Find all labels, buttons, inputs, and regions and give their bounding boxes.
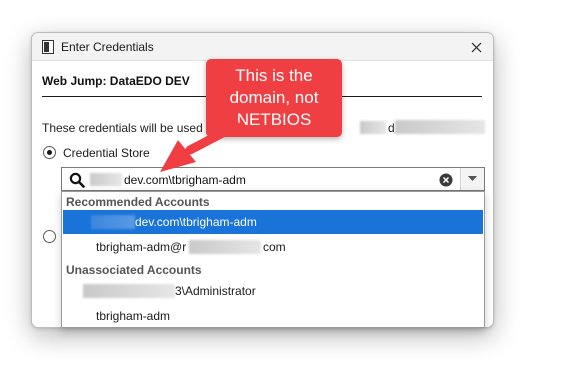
title-bar[interactable]: Enter Credentials xyxy=(32,33,493,61)
close-icon xyxy=(471,42,481,52)
redacted-text xyxy=(91,215,135,229)
redacted-text xyxy=(83,284,175,298)
clear-icon[interactable] xyxy=(439,173,453,187)
list-item-text: dev.com\tbrigham-adm xyxy=(135,215,257,229)
credential-store-label[interactable]: Credential Store xyxy=(63,146,150,160)
redacted-text xyxy=(189,240,261,254)
web-jump-title: Web Jump: DataEDO DEV xyxy=(42,74,190,88)
list-item-text-suffix: com xyxy=(263,240,286,254)
description-tail: d xyxy=(388,121,395,135)
window-title: Enter Credentials xyxy=(61,40,154,54)
unassociated-accounts-header: Unassociated Accounts xyxy=(66,263,202,277)
list-item-recommended-1[interactable]: dev.com\tbrigham-adm xyxy=(63,210,483,234)
chevron-down-icon xyxy=(468,176,477,181)
account-combobox[interactable]: dev.com\tbrigham-adm xyxy=(61,167,485,191)
callout-line: domain, not xyxy=(229,88,319,107)
annotation-callout: This is the domain, not NETBIOS xyxy=(206,59,342,137)
dropdown-button[interactable] xyxy=(460,168,484,190)
list-item-unassociated-2[interactable]: tbrigham-adm xyxy=(63,304,483,328)
other-credentials-radio[interactable] xyxy=(43,230,56,243)
credential-store-radio[interactable] xyxy=(43,146,56,159)
account-dropdown-list[interactable]: Recommended Accounts dev.com\tbrigham-ad… xyxy=(61,191,485,328)
door-icon xyxy=(42,40,54,54)
redacted-text xyxy=(395,120,485,134)
callout-line: This is the xyxy=(235,66,313,85)
redacted-text xyxy=(360,121,386,134)
callout-line: NETBIOS xyxy=(236,110,312,129)
close-button[interactable] xyxy=(459,33,493,61)
recommended-accounts-header: Recommended Accounts xyxy=(66,195,210,209)
list-item-text: tbrigham-adm xyxy=(96,309,171,323)
combo-value[interactable]: dev.com\tbrigham-adm xyxy=(124,173,246,187)
list-item-unassociated-1[interactable]: 3\Administrator xyxy=(63,279,483,303)
list-item-text: 3\Administrator xyxy=(175,284,256,298)
redacted-text xyxy=(90,173,122,186)
list-item-recommended-2[interactable]: tbrigham-adm@r com xyxy=(63,235,483,259)
list-item-text-prefix: tbrigham-adm@r xyxy=(96,240,187,254)
search-icon xyxy=(69,172,85,188)
description-text: These credentials will be used to xyxy=(42,121,217,135)
